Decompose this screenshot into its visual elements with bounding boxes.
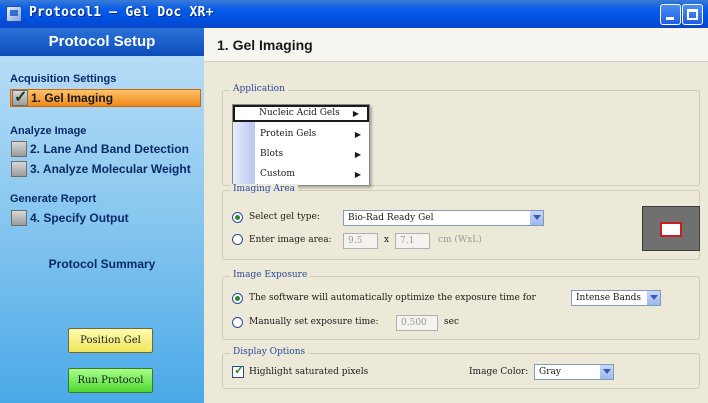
gel-type-select[interactable]: Bio-Rad Ready Gel xyxy=(343,210,544,226)
page-title: 1. Gel Imaging xyxy=(204,28,708,62)
sidebar: Protocol Setup Acquisition Settings 1. G… xyxy=(0,28,204,403)
sec-label: sec xyxy=(444,317,459,327)
sidebar-item-label: 2. Lane And Band Detection xyxy=(30,142,189,156)
auto-exposure-radio[interactable] xyxy=(232,293,243,304)
sidebar-header: Protocol Setup xyxy=(0,28,204,56)
application-menu[interactable]: Nucleic Acid Gels ▶ Protein Gels ▶ Blots… xyxy=(232,104,370,186)
minimize-icon xyxy=(666,17,674,20)
sidebar-item-gel-imaging[interactable]: 1. Gel Imaging xyxy=(10,87,201,107)
height-input[interactable]: 7.1 xyxy=(395,233,430,249)
image-exposure-group xyxy=(222,276,700,340)
chevron-down-icon[interactable] xyxy=(646,291,660,305)
checkbox-icon xyxy=(11,210,27,226)
times-label: x xyxy=(384,235,390,245)
exposure-time-input[interactable]: 0.500 xyxy=(396,315,438,331)
chevron-down-icon[interactable] xyxy=(599,365,613,379)
sidebar-item-specify-output[interactable]: 4. Specify Output xyxy=(10,209,201,227)
chevron-right-icon: ▶ xyxy=(354,150,361,159)
main-panel: 1. Gel Imaging Application Nucleic Acid … xyxy=(204,28,708,403)
maximize-button[interactable] xyxy=(682,4,703,25)
chevron-down-icon[interactable] xyxy=(529,211,543,225)
width-input[interactable]: 9.5 xyxy=(343,233,378,249)
menu-item-label: Protein Gels xyxy=(260,129,317,139)
menu-item-nucleic-acid-gels[interactable]: Nucleic Acid Gels ▶ xyxy=(233,105,369,122)
sidebar-section-acquisition: Acquisition Settings xyxy=(10,73,117,85)
run-protocol-button[interactable]: Run Protocol xyxy=(68,368,153,393)
sidebar-item-label: 1. Gel Imaging xyxy=(31,91,114,105)
menu-item-label: Custom xyxy=(260,169,295,179)
unit-label: cm (WxL) xyxy=(438,235,482,245)
image-color-select[interactable]: Gray xyxy=(534,364,614,380)
maximize-icon xyxy=(687,9,698,20)
manual-exposure-label: Manually set exposure time: xyxy=(249,317,379,327)
checkbox-icon xyxy=(12,87,28,107)
menu-item-label: Nucleic Acid Gels xyxy=(259,108,340,118)
menu-item-blots[interactable]: Blots ▶ xyxy=(255,146,369,163)
enter-area-radio[interactable] xyxy=(232,234,243,245)
sidebar-item-lane-band[interactable]: 2. Lane And Band Detection xyxy=(10,140,201,158)
window-title: Protocol1 – Gel Doc XR+ xyxy=(29,5,214,20)
chevron-right-icon: ▶ xyxy=(354,130,361,139)
exposure-target-value: Intense Bands xyxy=(576,293,642,303)
menu-item-custom[interactable]: Custom ▶ xyxy=(255,166,369,183)
display-options-group-label: Display Options xyxy=(230,347,309,357)
menu-item-label: Blots xyxy=(260,149,284,159)
minimize-button[interactable] xyxy=(660,4,681,25)
highlight-saturated-checkbox[interactable] xyxy=(232,363,244,378)
sidebar-item-molecular-weight[interactable]: 3. Analyze Molecular Weight xyxy=(10,160,201,178)
highlight-saturated-label: Highlight saturated pixels xyxy=(249,367,369,377)
menu-item-protein-gels[interactable]: Protein Gels ▶ xyxy=(255,126,369,143)
imaging-area-group-label: Imaging Area xyxy=(230,184,299,194)
sidebar-item-label: 4. Specify Output xyxy=(30,211,129,225)
checkbox-icon xyxy=(11,161,27,177)
chevron-right-icon: ▶ xyxy=(352,109,359,118)
image-exposure-group-label: Image Exposure xyxy=(230,270,311,280)
checkbox-icon xyxy=(11,141,27,157)
sidebar-section-analyze: Analyze Image xyxy=(10,125,87,137)
exposure-target-select[interactable]: Intense Bands xyxy=(571,290,661,306)
image-color-label: Image Color: xyxy=(469,367,529,377)
gel-type-value: Bio-Rad Ready Gel xyxy=(348,213,434,223)
sidebar-section-report: Generate Report xyxy=(10,193,97,205)
gel-preview xyxy=(642,206,700,251)
window-titlebar[interactable]: Protocol1 – Gel Doc XR+ xyxy=(0,0,708,28)
protocol-summary-link[interactable]: Protocol Summary xyxy=(0,257,204,271)
image-color-value: Gray xyxy=(539,367,561,377)
manual-exposure-radio[interactable] xyxy=(232,317,243,328)
chevron-right-icon: ▶ xyxy=(354,170,361,179)
select-gel-label: Select gel type: xyxy=(249,212,320,222)
auto-exposure-label: The software will automatically optimize… xyxy=(249,293,536,303)
enter-area-label: Enter image area: xyxy=(249,235,332,245)
app-icon xyxy=(6,6,22,22)
preview-area xyxy=(660,222,682,237)
application-group-label: Application xyxy=(230,84,288,94)
select-gel-radio[interactable] xyxy=(232,212,243,223)
sidebar-item-label: 3. Analyze Molecular Weight xyxy=(30,162,191,176)
position-gel-button[interactable]: Position Gel xyxy=(68,328,153,353)
